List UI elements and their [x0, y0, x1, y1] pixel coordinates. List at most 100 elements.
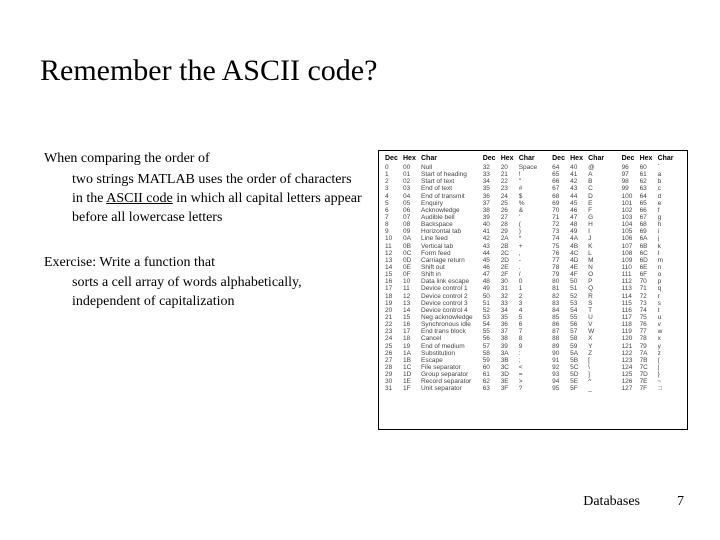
ascii-table-image: DecHexChar000Null101Start of heading202S… — [378, 150, 688, 430]
ascii-row: 11775u — [622, 314, 681, 321]
ascii-row: 10468h — [622, 221, 681, 228]
ascii-row: 3422" — [483, 178, 542, 185]
ascii-code-link[interactable]: ASCII code — [106, 191, 173, 206]
ascii-row: 583A: — [483, 350, 542, 357]
ascii-row: 53355 — [483, 314, 542, 321]
body-text: When comparing the order of two strings … — [44, 150, 364, 312]
ascii-row: 6440@ — [552, 164, 611, 171]
ascii-row: 10266f — [622, 207, 681, 214]
ascii-row: 1116Fo — [622, 271, 681, 278]
ascii-row: 55377 — [483, 328, 542, 335]
ascii-row: 8151Q — [552, 285, 611, 292]
ascii-row: 8757W — [552, 328, 611, 335]
ascii-row: 2317End trans block — [385, 328, 473, 335]
ascii-row: 48300 — [483, 278, 542, 285]
para1-lead: When comparing the order of — [44, 151, 210, 166]
ascii-row: 593B; — [483, 357, 542, 364]
ascii-row: 12078x — [622, 335, 681, 342]
ascii-row: 1096Dm — [622, 257, 681, 264]
ascii-row: 1247C| — [622, 364, 681, 371]
ascii-row: 1913Device control 3 — [385, 300, 473, 307]
ascii-row: 54366 — [483, 321, 542, 328]
ascii-row: 1106En — [622, 264, 681, 271]
ascii-row: 4028( — [483, 221, 542, 228]
ascii-row: 9963c — [622, 185, 681, 192]
ascii-row: 261ASubstitution — [385, 350, 473, 357]
ascii-row: 8252R — [552, 293, 611, 300]
ascii-row: 11472r — [622, 293, 681, 300]
ascii-row: 10367g — [622, 214, 681, 221]
ascii-col-header: DecHexChar — [622, 155, 681, 162]
ascii-row: 150FShift in — [385, 271, 473, 278]
ascii-row: 3220Space — [483, 164, 542, 171]
ascii-row: 1711Device control 1 — [385, 285, 473, 292]
ascii-row: 2115Neg acknowledge — [385, 314, 473, 321]
ascii-row: 271BEscape — [385, 357, 473, 364]
para2-lead: Exercise: Write a function that — [44, 255, 215, 270]
ascii-row: 784EN — [552, 264, 611, 271]
ascii-row: 11371q — [622, 285, 681, 292]
ascii-row: 2418Cancel — [385, 335, 473, 342]
ascii-row: 291DGroup separator — [385, 371, 473, 378]
ascii-row: 3725% — [483, 200, 542, 207]
ascii-row: 120CForm feed — [385, 250, 473, 257]
ascii-row: 6541A — [552, 171, 611, 178]
ascii-row: 774DM — [552, 257, 611, 264]
ascii-col-header: DecHexChar — [385, 155, 473, 162]
ascii-row: 1086Cl — [622, 250, 681, 257]
ascii-row: 8454T — [552, 307, 611, 314]
ascii-row: 2216Synchronous idle — [385, 321, 473, 328]
ascii-row: 101Start of heading — [385, 171, 473, 178]
ascii-row: 10569i — [622, 228, 681, 235]
ascii-row: 633F? — [483, 385, 542, 392]
ascii-row: 303End of text — [385, 185, 473, 192]
ascii-row: 4129) — [483, 228, 542, 235]
ascii-row: 1227Az — [622, 350, 681, 357]
ascii-row: 12179y — [622, 343, 681, 350]
ascii-row: 1066Aj — [622, 235, 681, 242]
paragraph-1: When comparing the order of two strings … — [44, 150, 364, 228]
ascii-row: 1237B{ — [622, 357, 681, 364]
ascii-row: 915B[ — [552, 357, 611, 364]
ascii-row: 935D] — [552, 371, 611, 378]
slide-title: Remember the ASCII code? — [40, 54, 377, 88]
ascii-row: 311FUnit separator — [385, 385, 473, 392]
ascii-row: 2014Device control 4 — [385, 307, 473, 314]
ascii-row: 1076Bk — [622, 243, 681, 250]
ascii-row: 130DCarriage return — [385, 257, 473, 264]
ascii-row: 606Acknowledge — [385, 207, 473, 214]
ascii-row: 8858X — [552, 335, 611, 342]
ascii-row: 110BVertical tab — [385, 243, 473, 250]
ascii-row: 432B+ — [483, 243, 542, 250]
ascii-row: 56388 — [483, 335, 542, 342]
ascii-col: DecHexChar000Null101Start of heading202S… — [385, 155, 473, 393]
para2-rest: sorts a cell array of words alphabetical… — [72, 274, 364, 312]
para1-rest: two strings MATLAB uses the order of cha… — [72, 171, 364, 228]
ascii-row: 140EShift out — [385, 264, 473, 271]
ascii-row: 57399 — [483, 343, 542, 350]
ascii-row: 49311 — [483, 285, 542, 292]
ascii-col: DecHexChar9660`9761a9862b9963c10064d1016… — [622, 155, 681, 393]
ascii-row: 281CFile separator — [385, 364, 473, 371]
ascii-row: 505Enquiry — [385, 200, 473, 207]
ascii-row: 754BK — [552, 243, 611, 250]
paragraph-2: Exercise: Write a function that sorts a … — [44, 254, 364, 313]
ascii-row: 955F_ — [552, 385, 611, 392]
footer-label: Databases — [583, 494, 640, 510]
ascii-row: 000Null — [385, 164, 473, 171]
ascii-row: 52344 — [483, 307, 542, 314]
ascii-row: 100ALine feed — [385, 235, 473, 242]
ascii-row: 51333 — [483, 300, 542, 307]
ascii-row: 11876v — [622, 321, 681, 328]
ascii-row: 10064d — [622, 193, 681, 200]
ascii-row: 11977w — [622, 328, 681, 335]
ascii-col-header: DecHexChar — [552, 155, 611, 162]
ascii-row: 623E> — [483, 378, 542, 385]
ascii-row: 11270p — [622, 278, 681, 285]
ascii-row: 7046F — [552, 207, 611, 214]
ascii-row: 8656V — [552, 321, 611, 328]
ascii-row: 8555U — [552, 314, 611, 321]
ascii-col-header: DecHexChar — [483, 155, 542, 162]
ascii-row: 442C, — [483, 250, 542, 257]
ascii-row: 1277F□ — [622, 385, 681, 392]
